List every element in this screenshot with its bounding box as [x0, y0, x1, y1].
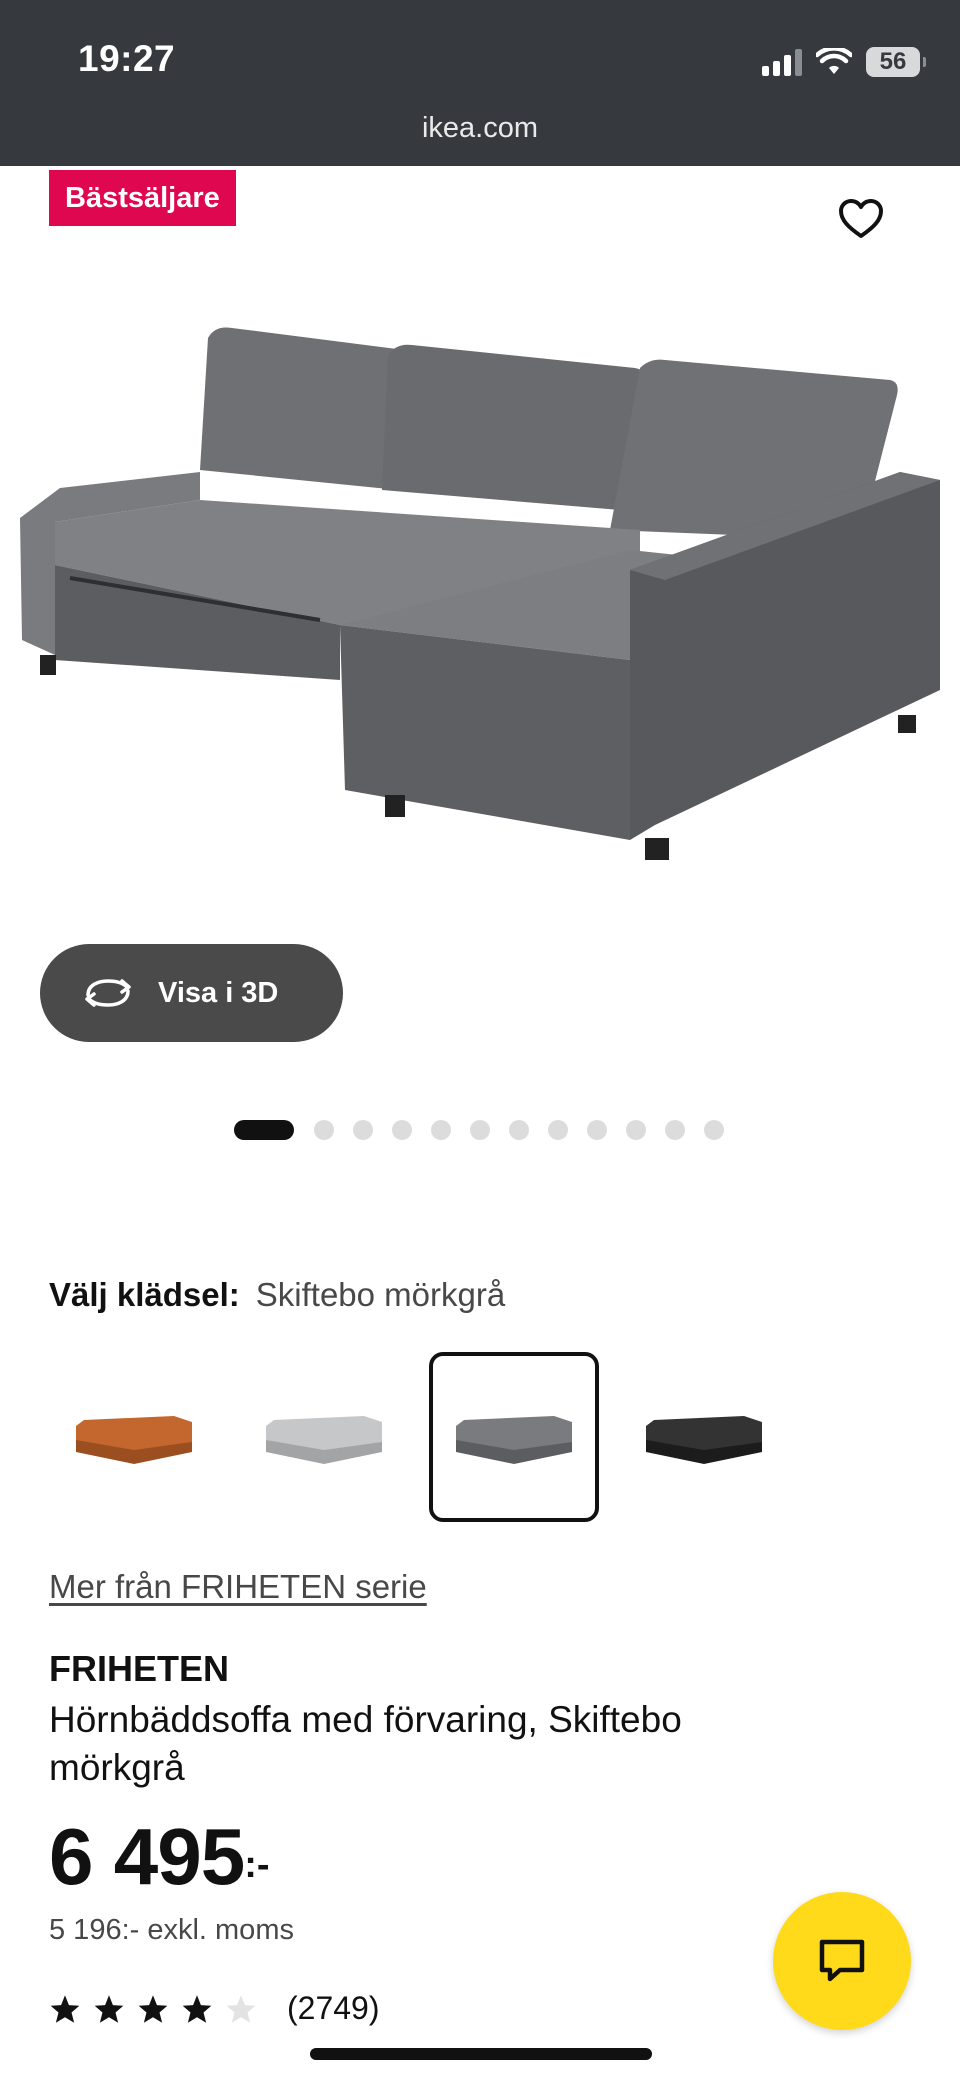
bestseller-badge: Bästsäljare	[49, 170, 236, 226]
series-link[interactable]: Mer från FRIHETEN serie	[49, 1568, 427, 1606]
star-icon	[182, 1994, 212, 2023]
carousel-dot[interactable]	[704, 1120, 724, 1140]
battery-icon: 56	[866, 47, 926, 77]
product-name: FRIHETEN	[49, 1648, 229, 1689]
carousel-dot[interactable]	[548, 1120, 568, 1140]
carousel-dot[interactable]	[392, 1120, 412, 1140]
home-indicator	[310, 2048, 652, 2060]
star-icon	[94, 1994, 124, 2023]
carousel-dot[interactable]	[665, 1120, 685, 1140]
product-description: Hörnbäddsoffa med förvaring, Skiftebo mö…	[49, 1699, 682, 1788]
swatch-black[interactable]	[619, 1352, 789, 1522]
star-icon	[50, 1994, 80, 2023]
swatch-light-grey[interactable]	[239, 1352, 409, 1522]
upholstery-label: Välj klädsel:	[49, 1276, 240, 1313]
carousel-dot[interactable]	[353, 1120, 373, 1140]
status-time: 19:27	[78, 38, 176, 79]
upholstery-swatches	[49, 1352, 789, 1522]
swatch-dark-grey[interactable]	[429, 1352, 599, 1522]
address-bar[interactable]: ikea.com	[0, 112, 960, 145]
carousel-dot[interactable]	[470, 1120, 490, 1140]
price-suffix: :-	[244, 1844, 270, 1886]
carousel-dot[interactable]	[314, 1120, 334, 1140]
favorite-button[interactable]	[836, 194, 886, 244]
view-3d-button[interactable]: Visa i 3D	[40, 944, 343, 1042]
carousel-dot[interactable]	[234, 1120, 294, 1140]
view-3d-label: Visa i 3D	[158, 976, 279, 1009]
carousel-dot[interactable]	[431, 1120, 451, 1140]
price-amount: 6 495	[49, 1812, 245, 1901]
sofa-thumbnail	[266, 1416, 382, 1464]
rotate-3d-icon	[85, 979, 131, 1007]
browser-status-bar: 19:27 56 ikea.com	[0, 0, 960, 166]
carousel-dot[interactable]	[587, 1120, 607, 1140]
carousel-dot[interactable]	[509, 1120, 529, 1140]
swatch-orange[interactable]	[49, 1352, 219, 1522]
heart-icon	[839, 199, 883, 238]
price-ex-vat: 5 196:- exkl. moms	[49, 1914, 294, 1946]
star-icon	[138, 1994, 168, 2023]
sofa-thumbnail	[76, 1416, 192, 1464]
carousel-dot[interactable]	[626, 1120, 646, 1140]
chat-button[interactable]	[773, 1892, 911, 2030]
product-image[interactable]	[0, 240, 960, 960]
status-icons: 56	[762, 44, 926, 80]
sofa-thumbnail	[456, 1416, 572, 1464]
chat-bubble-icon	[819, 1939, 865, 1982]
cellular-signal-icon	[762, 48, 802, 76]
wifi-icon	[816, 48, 852, 74]
sofa-thumbnail	[646, 1416, 762, 1464]
rating-count: (2749)	[287, 1990, 380, 2026]
upholstery-selector: Välj klädsel: Skiftebo mörkgrå	[49, 1276, 505, 1314]
rating-stars	[49, 1994, 257, 2024]
product-rating[interactable]: (2749)	[49, 1990, 380, 2027]
upholstery-value: Skiftebo mörkgrå	[255, 1276, 506, 1313]
star-empty-icon	[226, 1994, 256, 2023]
carousel-pagination	[234, 1120, 743, 1140]
product-price: 6 495:-	[49, 1812, 270, 1918]
